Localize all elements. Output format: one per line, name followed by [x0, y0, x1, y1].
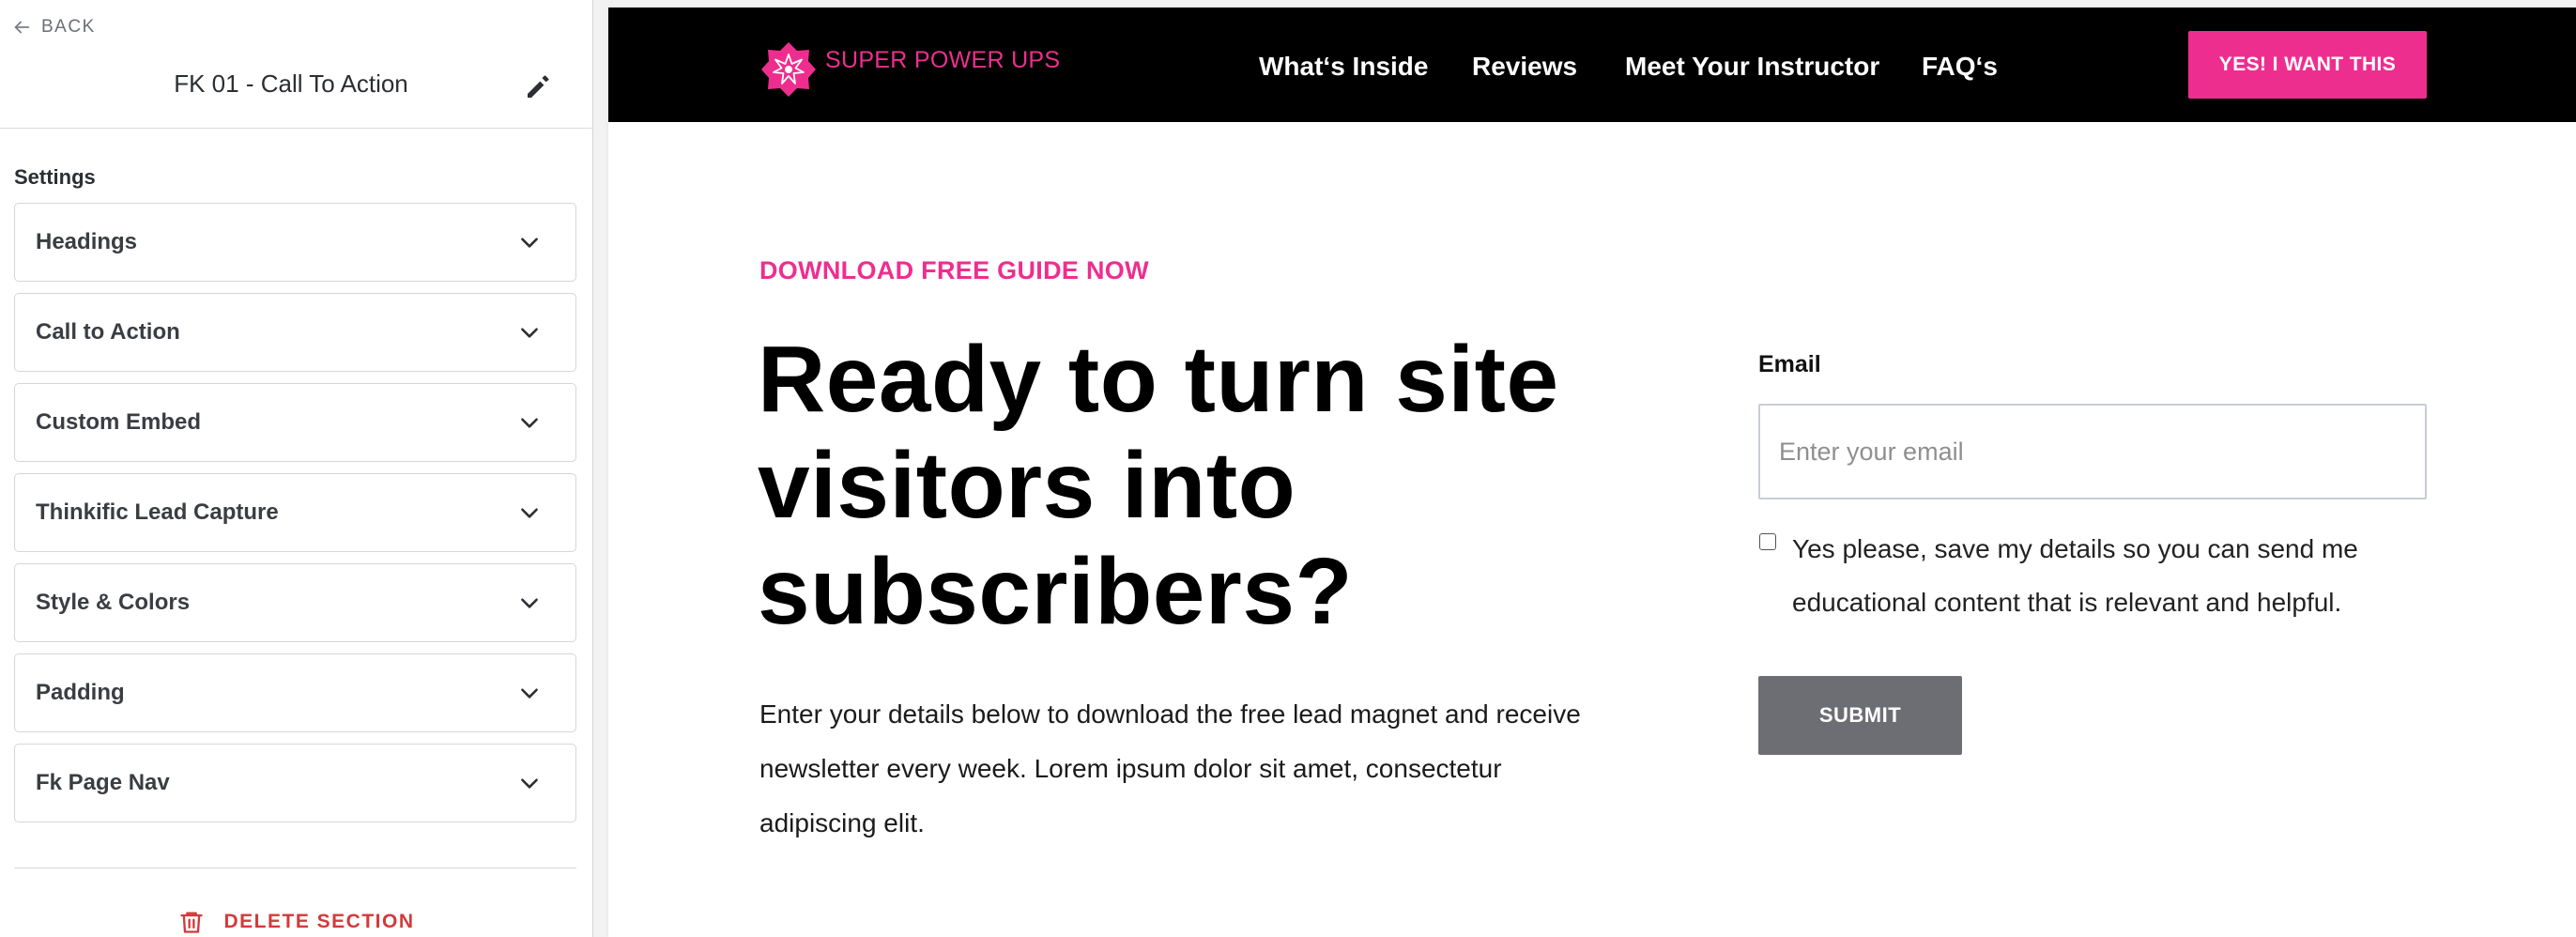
- panel-headings[interactable]: Headings: [14, 203, 576, 282]
- delete-section-label: DELETE SECTION: [223, 911, 415, 932]
- back-label: BACK: [41, 17, 96, 37]
- chevron-down-icon: [521, 328, 538, 338]
- email-label: Email: [1758, 351, 1821, 377]
- section-settings-sidebar: BACK FK 01 - Call To Action Settings Hea…: [0, 0, 593, 937]
- panel-label: Fk Page Nav: [36, 770, 170, 795]
- submit-button[interactable]: SUBMIT: [1758, 676, 1962, 755]
- eyebrow-text: DOWNLOAD FREE GUIDE NOW: [759, 256, 1149, 284]
- settings-heading: Settings: [14, 165, 96, 189]
- panel-thinkific-lead-capture[interactable]: Thinkific Lead Capture: [14, 473, 576, 552]
- section-title: FK 01 - Call To Action: [174, 69, 408, 98]
- panel-label: Headings: [36, 229, 138, 254]
- chevron-down-icon: [521, 688, 538, 699]
- chevron-down-icon: [521, 418, 538, 428]
- nav-link-faqs[interactable]: FAQ‘s: [1922, 52, 1998, 82]
- brand-name[interactable]: SUPER POWER UPS: [825, 47, 1060, 74]
- nav-link-meet-your-instructor[interactable]: Meet Your Instructor: [1625, 52, 1879, 82]
- panel-custom-embed[interactable]: Custom Embed: [14, 383, 576, 462]
- panel-label: Style & Colors: [36, 590, 191, 615]
- panel-label: Padding: [36, 680, 125, 705]
- hero-headline: Ready to turn site visitors into subscri…: [758, 327, 1559, 644]
- consent-label: Yes please, save my details so you can s…: [1792, 534, 2358, 617]
- trash-icon: [180, 912, 204, 933]
- arrow-left-icon: [14, 21, 30, 34]
- panel-label: Call to Action: [36, 319, 180, 345]
- chevron-down-icon: [521, 778, 538, 789]
- panel-fk-page-nav[interactable]: Fk Page Nav: [14, 744, 576, 822]
- panel-style-colors[interactable]: Style & Colors: [14, 563, 576, 642]
- panel-label: Custom Embed: [36, 409, 202, 435]
- starburst-logo-icon[interactable]: [760, 41, 817, 98]
- sidebar-divider: [0, 128, 593, 129]
- chevron-down-icon: [521, 238, 538, 248]
- hero-body-text: Enter your details below to download the…: [759, 699, 1581, 837]
- yes-i-want-this-button[interactable]: YES! I WANT THIS: [2188, 31, 2427, 99]
- panel-label: Thinkific Lead Capture: [36, 499, 279, 525]
- chevron-down-icon: [521, 598, 538, 608]
- delete-section-button[interactable]: DELETE SECTION: [0, 909, 593, 935]
- chevron-down-icon: [521, 508, 538, 518]
- page-preview: SUPER POWER UPS What‘s Inside Reviews Me…: [608, 8, 2576, 937]
- pencil-icon[interactable]: [522, 69, 556, 103]
- nav-link-reviews[interactable]: Reviews: [1472, 52, 1577, 82]
- nav-link-whats-inside[interactable]: What‘s Inside: [1259, 52, 1428, 82]
- email-input[interactable]: [1758, 404, 2427, 499]
- panel-call-to-action[interactable]: Call to Action: [14, 293, 576, 372]
- consent-checkbox[interactable]: [1759, 533, 1776, 550]
- panel-padding[interactable]: Padding: [14, 653, 576, 732]
- site-header: SUPER POWER UPS What‘s Inside Reviews Me…: [608, 8, 2576, 122]
- back-button[interactable]: BACK: [11, 15, 96, 39]
